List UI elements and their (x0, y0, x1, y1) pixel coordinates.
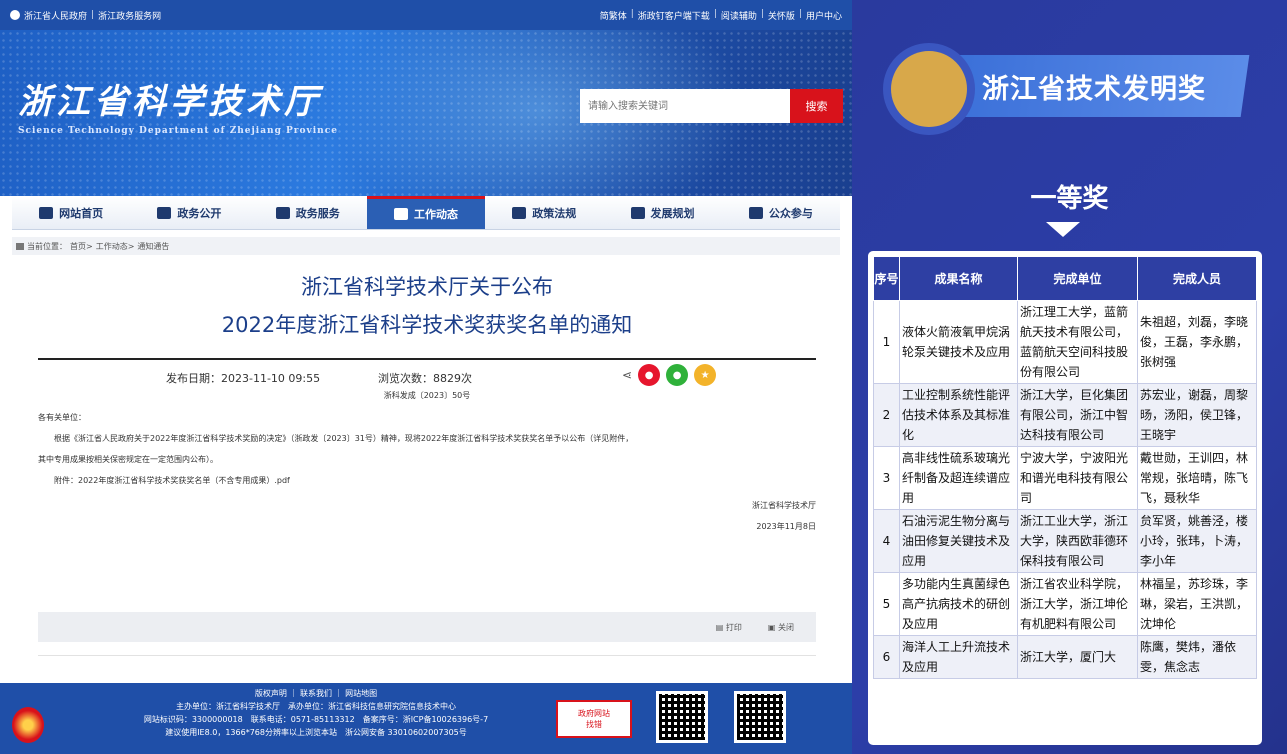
table-row: 1 液体火箭液氧甲烷涡轮泵关键技术及应用 浙江理工大学，蓝箭航天技术有限公司，蓝… (873, 300, 1257, 384)
nav-home[interactable]: 网站首页 (12, 196, 130, 229)
nav-policy[interactable]: 政策法规 (485, 196, 603, 229)
award-table: 序号 成果名称 完成单位 完成人员 1 液体火箭液氧甲烷涡轮泵关键技术及应用 浙… (873, 256, 1257, 679)
article-tools: ▤ 打印 ▣ 关闭 (38, 612, 816, 642)
link-app-download[interactable]: 浙政钉客户端下载 (638, 9, 710, 22)
signature: 浙江省科学技术厅 2023年11月8日 (752, 501, 816, 531)
party-emblem-icon (12, 707, 44, 743)
nav-gov-service[interactable]: 政务服务 (249, 196, 367, 229)
table-row: 6 海洋人工上升流技术及应用 浙江大学，厦门大 陈鹰，樊炜，潘依雯，焦念志 (873, 635, 1257, 679)
article: 浙江省科学技术厅关于公布 2022年度浙江省科学技术奖获奖名单的通知 发布日期：… (38, 268, 816, 537)
wechat-watermark-icon (982, 706, 1012, 730)
wechat-icon[interactable]: ● (666, 364, 689, 386)
home-icon (16, 242, 24, 250)
breadcrumb: 当前位置： 首页> 工作动态> 通知通告 (12, 237, 840, 255)
nav-planning[interactable]: 发展规划 (603, 196, 721, 229)
footer-links[interactable]: 版权声明 ｜ 联系我们 ｜ 网站地图 (86, 687, 546, 700)
link-trad-simp[interactable]: 简繁体 (600, 9, 627, 22)
search-box: 搜索 (580, 89, 843, 123)
site-footer: 版权声明 ｜ 联系我们 ｜ 网站地图 主办单位：浙江省科学技术厅 承办单位：浙江… (0, 683, 852, 754)
close-icon: ▣ (767, 622, 778, 632)
link-care-version[interactable]: 关怀版 (768, 9, 795, 22)
document-number: 浙科发成〔2023〕50号 (383, 391, 471, 400)
table-row: 5 多功能内生真菌绿色高产抗病技术的研创及应用 浙江省农业科学院，浙江大学，浙江… (873, 572, 1257, 636)
work-icon (393, 208, 408, 220)
article-body: 各有关单位： 根据《浙江省人民政府关于2022年度浙江省科学技术奖励的决定》（浙… (38, 407, 816, 491)
table-row: 4 石油污泥生物分离与油田修复关键技术及应用 浙江工业大学，浙江大学，陕西欧菲德… (873, 509, 1257, 573)
home-icon (39, 206, 54, 219)
gauge-icon (630, 206, 645, 219)
prize-level: 一等奖 (1030, 184, 1109, 214)
award-panel: 浙江省技术发明奖 一等奖 序号 成果名称 完成单位 完成人员 1 液体火箭液氧甲… (852, 0, 1287, 754)
publish-date: 发布日期：2023-11-10 09:55 (166, 372, 321, 385)
table-row: 3 高非线性硫系玻璃光纤制备及超连续谱应用 宁波大学，宁波阳光和谱光电科技有限公… (873, 446, 1257, 510)
print-icon: ▤ (715, 622, 726, 632)
gov-site-error-badge[interactable]: 政府网站 找错 (556, 700, 632, 738)
nav-public[interactable]: 公众参与 (722, 196, 840, 229)
attachment-link[interactable]: 附件：2022年度浙江省科学技术奖获奖名单（不含专用成果）.pdf (38, 470, 816, 491)
chat-icon (275, 206, 290, 219)
breadcrumb-home[interactable]: 首页> (70, 241, 93, 252)
link-reading-aid[interactable]: 阅读辅助 (721, 9, 757, 22)
website-panel: 浙江省人民政府 | 浙江政务服务网 简繁体 | 浙政钉客户端下载 | 阅读辅助 | 关… (0, 0, 852, 754)
watermark: 中智达cybstar (1020, 709, 1179, 734)
weibo-icon[interactable]: ● (638, 364, 661, 386)
breadcrumb-notices[interactable]: 通知通告 (137, 241, 169, 252)
site-header: 浙江省科学技术厅 Science Technology Department o… (0, 30, 852, 196)
col-header-unit: 完成单位 (1017, 256, 1138, 301)
top-bar: 浙江省人民政府 | 浙江政务服务网 简繁体 | 浙政钉客户端下载 | 阅读辅助 | 关… (0, 0, 852, 30)
nav-gov-affairs[interactable]: 政务公开 (130, 196, 248, 229)
award-table-card: 序号 成果名称 完成单位 完成人员 1 液体火箭液氧甲烷涡轮泵关键技术及应用 浙… (868, 251, 1262, 745)
people-icon (748, 206, 763, 219)
nav-work-news[interactable]: 工作动态 (366, 196, 486, 229)
search-input[interactable] (580, 89, 790, 123)
site-subtitle: Science Technology Department of Zhejian… (18, 126, 338, 136)
list-icon (512, 206, 527, 219)
link-zj-service[interactable]: 浙江政务服务网 (98, 9, 161, 22)
view-count: 浏览次数：8829次 (378, 372, 472, 385)
gov-emblem-icon (10, 10, 20, 20)
print-button[interactable]: ▤ 打印 (716, 622, 742, 633)
search-button[interactable]: 搜索 (790, 89, 843, 123)
favorite-icon[interactable]: ★ (694, 364, 717, 386)
share-icon[interactable]: ⋖ (622, 368, 632, 382)
screenshot: 浙江省人民政府 | 浙江政务服务网 简繁体 | 浙政钉客户端下载 | 阅读辅助 | 关… (0, 0, 1287, 754)
site-title: 浙江省科学技术厅 (18, 82, 322, 122)
article-title: 浙江省科学技术厅关于公布 2022年度浙江省科学技术奖获奖名单的通知 (221, 275, 633, 337)
col-header-people: 完成人员 (1137, 256, 1257, 301)
table-row: 2 工业控制系统性能评估技术体系及其标准化 浙江大学，巨化集团有限公司，浙江中智… (873, 383, 1257, 447)
col-header-name: 成果名称 (899, 256, 1018, 301)
arrow-down-icon (1046, 222, 1080, 237)
col-header-no: 序号 (873, 256, 900, 301)
article-meta: 发布日期：2023-11-10 09:55 浏览次数：8829次 ⋖ ● ● ★ (38, 360, 816, 390)
link-user-center[interactable]: 用户中心 (806, 9, 842, 22)
document-icon (157, 206, 172, 219)
medal-icon (891, 51, 967, 127)
link-zj-gov[interactable]: 浙江省人民政府 (24, 9, 87, 22)
qr-code-icon (656, 691, 708, 743)
main-nav: 网站首页 政务公开 政务服务 工作动态 政策法规 发展规划 公众参与 (12, 196, 840, 230)
award-title: 浙江省技术发明奖 (982, 74, 1206, 105)
breadcrumb-work-news[interactable]: 工作动态> (96, 241, 135, 252)
close-button[interactable]: ▣ 关闭 (768, 622, 794, 633)
qr-code-icon (734, 691, 786, 743)
